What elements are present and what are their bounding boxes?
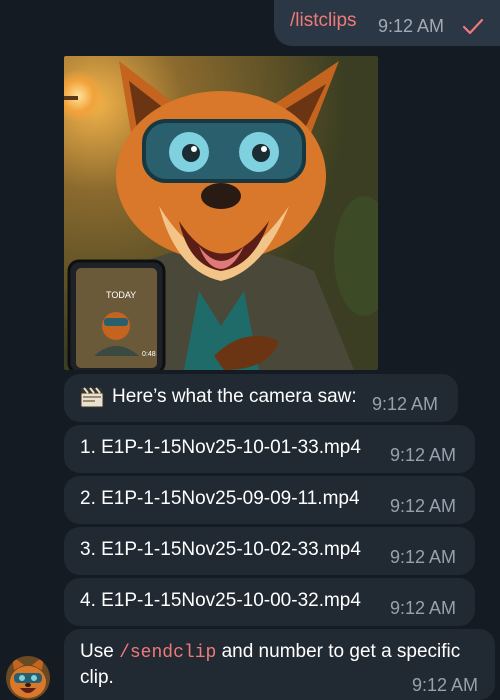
- clip-list-item[interactable]: 4. E1P-1-15Nov25-10-00-32.mp4 9:12 AM: [64, 578, 475, 626]
- message-bubble-intro[interactable]: Here’s what the camera saw: 9:12 AM: [64, 374, 458, 422]
- avatar[interactable]: [6, 656, 50, 700]
- message-timestamp: 9:12 AM: [372, 394, 439, 414]
- phone-label: TODAY: [106, 290, 136, 300]
- sendclip-command-link[interactable]: /sendclip: [119, 643, 216, 663]
- fox-mascot-illustration: TODAY 0:48: [64, 56, 378, 370]
- clip-list-item[interactable]: 1. E1P-1-15Nov25-10-01-33.mp4 9:12 AM: [64, 425, 475, 473]
- instruction-prefix: Use: [80, 641, 114, 662]
- clip-filename[interactable]: 3. E1P-1-15Nov25-10-02-33.mp4: [80, 539, 361, 561]
- message-timestamp: 9:12 AM: [390, 598, 457, 618]
- outgoing-message-bubble[interactable]: /listclips 9:12 AM: [274, 0, 500, 46]
- clip-list-item[interactable]: 3. E1P-1-15Nov25-10-02-33.mp4 9:12 AM: [64, 527, 475, 575]
- instruction-line-2: clip.: [80, 667, 114, 688]
- message-bubble-instructions[interactable]: Use /sendclip and number to get a specif…: [64, 629, 495, 700]
- clip-filename[interactable]: 2. E1P-1-15Nov25-09-09-11.mp4: [80, 488, 360, 510]
- outgoing-timestamp: 9:12 AM: [378, 16, 445, 36]
- message-timestamp: 9:12 AM: [390, 547, 457, 567]
- outgoing-command-text[interactable]: /listclips: [290, 10, 357, 32]
- phone-time: 0:48: [142, 351, 156, 358]
- message-timestamp: 9:12 AM: [390, 496, 457, 516]
- instruction-line-1: Use /sendclip and number to get a specif…: [80, 641, 460, 663]
- instruction-suffix: and number to get a specific: [221, 641, 461, 662]
- clip-filename[interactable]: 4. E1P-1-15Nov25-10-00-32.mp4: [80, 590, 361, 612]
- fox-avatar-icon: [6, 656, 50, 700]
- message-timestamp: 9:12 AM: [412, 675, 479, 695]
- chat-area: /listclips 9:12 AM TODAY 0:48 Here’s wha…: [0, 0, 500, 700]
- message-timestamp: 9:12 AM: [390, 445, 457, 465]
- fox-mascot-photo[interactable]: TODAY 0:48: [64, 56, 378, 370]
- clapperboard-icon: [80, 386, 104, 408]
- intro-text: Here’s what the camera saw:: [112, 386, 357, 407]
- check-icon: [462, 18, 484, 35]
- clip-filename[interactable]: 1. E1P-1-15Nov25-10-01-33.mp4: [80, 437, 361, 459]
- clip-list-item[interactable]: 2. E1P-1-15Nov25-09-09-11.mp4 9:12 AM: [64, 476, 475, 524]
